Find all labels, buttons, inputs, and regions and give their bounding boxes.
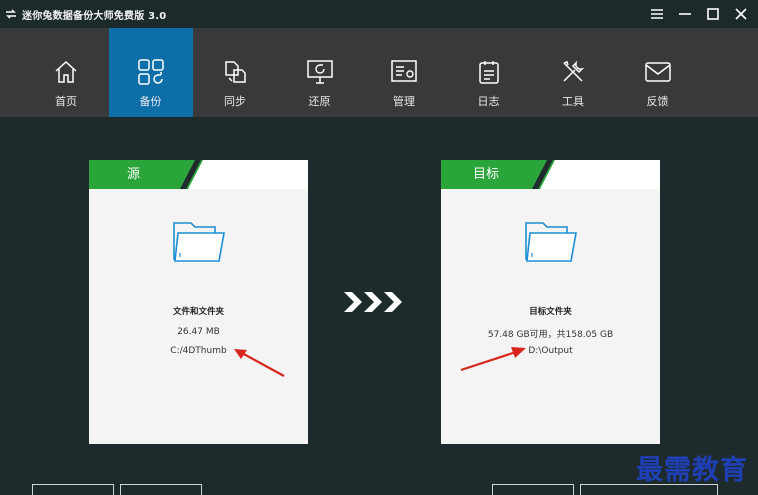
annotation-arrow — [234, 349, 285, 377]
menu-button[interactable] — [646, 4, 668, 24]
tab-restore-label: 还原 — [308, 95, 331, 108]
source-card-body: 文件和文件夹 26.47 MB C:/4DThumb — [89, 189, 308, 444]
sync-icon — [221, 58, 249, 86]
direction-arrows-icon — [344, 292, 402, 312]
destination-title: 目标文件夹 — [529, 307, 572, 317]
destination-tab-label: 目标 — [473, 167, 500, 182]
backup-panel: 源 文件和文件夹 26.47 MB C:/4DThumb 目标 目标文件夹 57… — [0, 117, 758, 495]
manage-icon — [390, 58, 418, 86]
tab-home[interactable]: 首页 — [24, 28, 108, 117]
close-button[interactable] — [730, 4, 752, 24]
log-icon — [475, 58, 503, 86]
feedback-icon — [644, 58, 672, 86]
maximize-button[interactable] — [702, 4, 724, 24]
tab-home-label: 首页 — [55, 95, 77, 108]
tab-tools[interactable]: 工具 — [531, 28, 615, 117]
tab-restore[interactable]: 还原 — [278, 28, 362, 117]
destination-card[interactable]: 目标 目标文件夹 57.48 GB可用，共158.05 GB D:\Output — [441, 160, 660, 444]
source-title: 文件和文件夹 — [172, 307, 224, 317]
home-icon — [52, 58, 80, 86]
tab-log-label: 日志 — [477, 95, 500, 108]
tab-manage-label: 管理 — [393, 95, 415, 108]
app-title: 迷你兔数据备份大师免费版 3.0 — [22, 10, 167, 22]
backup-later-button[interactable] — [492, 484, 574, 495]
options-button[interactable] — [32, 484, 114, 495]
restore-icon — [306, 58, 334, 86]
tab-log[interactable]: 日志 — [447, 28, 531, 117]
source-tab-label: 源 — [127, 167, 141, 182]
tab-feedback[interactable]: 反馈 — [616, 28, 700, 117]
tab-feedback-label: 反馈 — [646, 95, 669, 108]
source-card[interactable]: 源 文件和文件夹 26.47 MB C:/4DThumb — [89, 160, 308, 444]
title-bar: 迷你兔数据备份大师免费版 3.0 — [0, 0, 758, 28]
annotation-arrow — [460, 347, 526, 372]
hamburger-icon — [651, 9, 663, 19]
swap-arrows-icon — [3, 6, 19, 22]
destination-card-header: 目标 — [441, 160, 660, 189]
destination-card-body: 目标文件夹 57.48 GB可用，共158.05 GB D:\Output — [441, 189, 660, 444]
tab-manage[interactable]: 管理 — [362, 28, 446, 117]
tab-sync-label: 同步 — [224, 95, 246, 108]
tools-icon — [559, 58, 587, 86]
source-size: 26.47 MB — [177, 327, 220, 337]
source-card-header: 源 — [89, 160, 308, 189]
tab-backup[interactable]: 备份 — [108, 28, 193, 117]
folder-icon — [523, 217, 579, 265]
maximize-icon — [707, 8, 719, 20]
schedule-button[interactable] — [120, 484, 202, 495]
close-icon — [735, 8, 747, 20]
minimize-icon — [679, 13, 691, 15]
watermark-text: 最需教育 — [636, 455, 748, 486]
folder-icon — [171, 217, 227, 265]
tab-sync[interactable]: 同步 — [193, 28, 277, 117]
main-toolbar: 首页 备份 同步 还原 管理 日志 工具 反馈 — [0, 28, 758, 117]
minimize-button[interactable] — [674, 4, 696, 24]
tab-tools-label: 工具 — [562, 95, 584, 108]
backup-icon — [137, 58, 165, 86]
tab-backup-label: 备份 — [139, 95, 162, 108]
destination-space: 57.48 GB可用，共158.05 GB — [487, 330, 614, 340]
